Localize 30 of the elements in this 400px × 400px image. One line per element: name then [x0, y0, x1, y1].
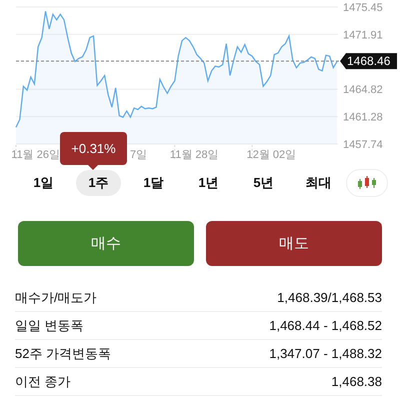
ref-line-label: 1468.46 — [347, 54, 391, 68]
range-tab[interactable]: 1주 — [76, 170, 121, 196]
range-tab[interactable]: 1일 — [21, 170, 66, 196]
stat-value: 1,468.38 — [331, 374, 382, 389]
sell-button[interactable]: 매도 — [206, 221, 382, 266]
y-axis-label: 1461.28 — [343, 112, 383, 124]
stat-value: 1,347.07 - 1,488.32 — [269, 346, 382, 361]
stat-value: 1,468.39/1,468.53 — [277, 290, 382, 305]
y-axis-label: 1475.45 — [343, 2, 383, 14]
stat-label: 매수가/매도가 — [15, 288, 97, 306]
stat-value: 1,468.44 - 1,468.52 — [269, 318, 382, 333]
x-axis-label: 7일 — [130, 149, 148, 161]
candlestick-icon — [357, 176, 377, 190]
buy-button[interactable]: 매수 — [18, 221, 194, 266]
range-tab[interactable]: 5년 — [241, 170, 286, 196]
range-tab[interactable]: 1달 — [131, 170, 176, 196]
range-tab[interactable]: 1년 — [186, 170, 231, 196]
range-tab[interactable]: 최대 — [294, 170, 344, 196]
stat-label: 이전 종가 — [15, 372, 71, 390]
price-tag: 1468.46 — [340, 53, 397, 70]
y-axis-label: 1471.91 — [343, 29, 383, 42]
x-axis-label: 12월 02일 — [246, 149, 296, 161]
chart-type-button[interactable] — [346, 169, 388, 197]
x-axis-label: 11월 26일 — [11, 149, 60, 161]
stat-label: 일일 변동폭 — [15, 316, 84, 334]
change-tooltip: +0.31% — [60, 132, 127, 165]
x-axis-label: 11월 28일 — [170, 149, 219, 161]
y-axis-label: 1464.82 — [343, 84, 383, 96]
stat-label: 52주 가격변동폭 — [15, 344, 112, 362]
y-axis-label: 1457.74 — [343, 139, 383, 151]
